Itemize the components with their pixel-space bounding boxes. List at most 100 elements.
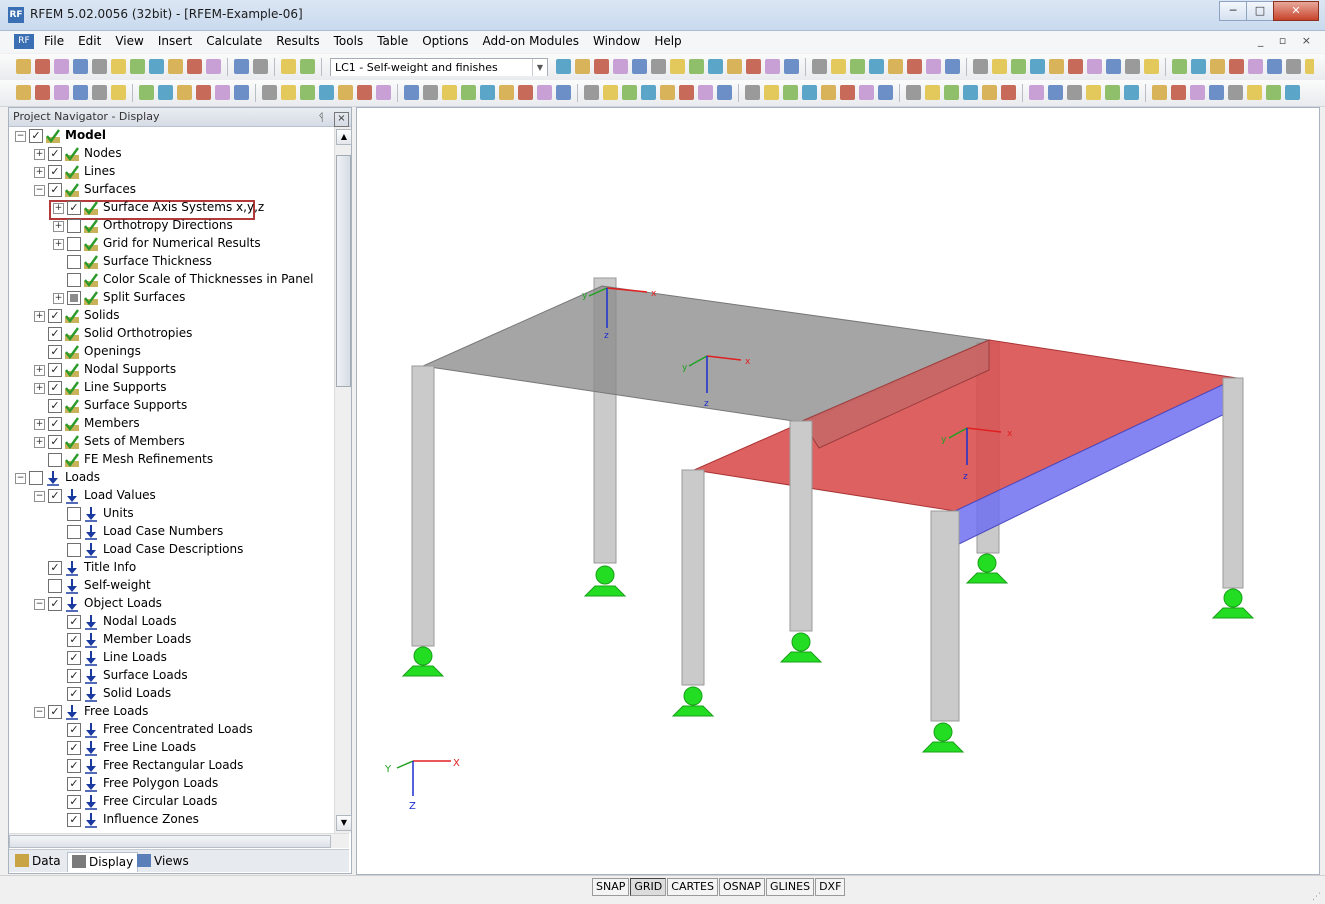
toolbar-tool-icon[interactable] xyxy=(139,85,154,100)
tree-item-solid-orthotropies[interactable]: ✓Solid Orthotropies xyxy=(9,325,333,343)
toolbar-tool-icon[interactable] xyxy=(300,59,315,74)
toolbar-tool-icon[interactable] xyxy=(187,59,202,74)
checkbox[interactable]: ✓ xyxy=(48,381,62,395)
checkbox[interactable] xyxy=(67,237,81,251)
checkbox[interactable]: ✓ xyxy=(67,669,81,683)
toolbar-tool-icon[interactable] xyxy=(698,85,713,100)
toolbar-tool-icon[interactable] xyxy=(1087,59,1102,74)
support-6[interactable] xyxy=(967,554,1007,583)
toolbar-tool-icon[interactable] xyxy=(745,85,760,100)
toolbar-tool-icon[interactable] xyxy=(850,59,865,74)
toolbar-tool-icon[interactable] xyxy=(1285,85,1300,100)
menu-tools[interactable]: Tools xyxy=(334,34,364,48)
load-case-select[interactable]: LC1 - Self-weight and finishes▼ xyxy=(330,58,548,76)
tree-item-solid-loads[interactable]: ✓Solid Loads xyxy=(9,685,333,703)
collapse-icon[interactable]: − xyxy=(34,185,45,196)
tree-item-free-loads[interactable]: −✓Free Loads xyxy=(9,703,333,721)
toolbar-tool-icon[interactable] xyxy=(1105,85,1120,100)
tree-item-free-polygon-loads[interactable]: ✓Free Polygon Loads xyxy=(9,775,333,793)
toolbar-tool-icon[interactable] xyxy=(130,59,145,74)
toolbar-tool-icon[interactable] xyxy=(1171,85,1186,100)
toolbar-tool-icon[interactable] xyxy=(679,85,694,100)
checkbox[interactable] xyxy=(67,273,81,287)
toolbar-tool-icon[interactable] xyxy=(821,85,836,100)
toolbar-tool-icon[interactable] xyxy=(73,85,88,100)
toolbar-tool-icon[interactable] xyxy=(925,85,940,100)
toolbar-tool-icon[interactable] xyxy=(670,59,685,74)
document-menu-icon[interactable]: RF xyxy=(14,34,34,49)
tree-item-line-supports[interactable]: +✓Line Supports xyxy=(9,379,333,397)
chevron-down-icon[interactable]: ▼ xyxy=(532,59,547,76)
navigator-close-button[interactable]: × xyxy=(334,112,349,127)
checkbox[interactable] xyxy=(67,291,81,305)
tree-item-member-loads[interactable]: ✓Member Loads xyxy=(9,631,333,649)
checkbox[interactable]: ✓ xyxy=(67,633,81,647)
checkbox[interactable] xyxy=(67,219,81,233)
tree-item-surfaces[interactable]: −✓Surfaces xyxy=(9,181,333,199)
toolbar-tool-icon[interactable] xyxy=(888,59,903,74)
toolbar-tool-icon[interactable] xyxy=(149,59,164,74)
toolbar-tool-icon[interactable] xyxy=(859,85,874,100)
navigator-horizontal-scrollbar[interactable] xyxy=(9,833,349,848)
tree-item-free-line-loads[interactable]: ✓Free Line Loads xyxy=(9,739,333,757)
toolbar-tool-icon[interactable] xyxy=(926,59,941,74)
model-viewport[interactable]: x y z x y z x y z X Y Z xyxy=(356,107,1320,875)
toolbar-tool-icon[interactable] xyxy=(556,85,571,100)
toolbar-tool-icon[interactable] xyxy=(1152,85,1167,100)
toolbar-tool-icon[interactable] xyxy=(764,85,779,100)
toolbar-tool-icon[interactable] xyxy=(376,85,391,100)
tree-item-surface-loads[interactable]: ✓Surface Loads xyxy=(9,667,333,685)
checkbox[interactable]: ✓ xyxy=(48,183,62,197)
menu-calculate[interactable]: Calculate xyxy=(206,34,262,48)
tree-item-free-circular-loads[interactable]: ✓Free Circular Loads xyxy=(9,793,333,811)
expand-icon[interactable]: + xyxy=(34,419,45,430)
model-3d-view[interactable]: x y z x y z x y z X Y Z xyxy=(357,108,1319,874)
tree-item-nodal-supports[interactable]: +✓Nodal Supports xyxy=(9,361,333,379)
resize-grip-icon[interactable]: ⋰ xyxy=(1312,892,1321,902)
glines-toggle-button[interactable]: GLINES xyxy=(766,878,814,896)
toolbar-tool-icon[interactable] xyxy=(613,59,628,74)
tab-views[interactable]: Views xyxy=(137,854,189,868)
toolbar-tool-icon[interactable] xyxy=(973,59,988,74)
toolbar-tool-icon[interactable] xyxy=(603,85,618,100)
toolbar-tool-icon[interactable] xyxy=(357,85,372,100)
menu-view[interactable]: View xyxy=(115,34,143,48)
checkbox[interactable] xyxy=(67,507,81,521)
checkbox[interactable]: ✓ xyxy=(67,723,81,737)
toolbar-tool-icon[interactable] xyxy=(206,59,221,74)
support-5[interactable] xyxy=(923,723,963,752)
checkbox[interactable] xyxy=(67,525,81,539)
toolbar-tool-icon[interactable] xyxy=(802,85,817,100)
tree-item-nodal-loads[interactable]: ✓Nodal Loads xyxy=(9,613,333,631)
toolbar-tool-icon[interactable] xyxy=(168,59,183,74)
horizontal-scroll-thumb[interactable] xyxy=(9,835,331,848)
toolbar-tool-icon[interactable] xyxy=(840,85,855,100)
tree-item-grid-for-numerical-results[interactable]: +Grid for Numerical Results xyxy=(9,235,333,253)
toolbar-tool-icon[interactable] xyxy=(765,59,780,74)
tree-item-surface-supports[interactable]: ✓Surface Supports xyxy=(9,397,333,415)
toolbar-tool-icon[interactable] xyxy=(1124,85,1139,100)
tree-item-sets-of-members[interactable]: +✓Sets of Members xyxy=(9,433,333,451)
tree-item-load-case-numbers[interactable]: Load Case Numbers xyxy=(9,523,333,541)
toolbar-tool-icon[interactable] xyxy=(1067,85,1082,100)
dxf-toggle-button[interactable]: DXF xyxy=(815,878,845,896)
toolbar-tool-icon[interactable] xyxy=(404,85,419,100)
scroll-up-button[interactable]: ▲ xyxy=(336,129,352,145)
checkbox[interactable] xyxy=(67,543,81,557)
tree-item-influence-zones[interactable]: ✓Influence Zones xyxy=(9,811,333,829)
menu-results[interactable]: Results xyxy=(276,34,319,48)
menu-add-on-modules[interactable]: Add-on Modules xyxy=(483,34,579,48)
toolbar-tool-icon[interactable] xyxy=(234,59,249,74)
support-2[interactable] xyxy=(403,647,443,676)
toolbar-tool-icon[interactable] xyxy=(111,59,126,74)
toolbar-tool-icon[interactable] xyxy=(708,59,723,74)
toolbar-tool-icon[interactable] xyxy=(92,85,107,100)
toolbar-tool-icon[interactable] xyxy=(556,59,571,74)
toolbar-tool-icon[interactable] xyxy=(1210,59,1225,74)
tab-display[interactable]: Display xyxy=(67,852,138,872)
toolbar-tool-icon[interactable] xyxy=(1048,85,1063,100)
cartes-toggle-button[interactable]: CARTES xyxy=(667,878,718,896)
toolbar-tool-icon[interactable] xyxy=(869,59,884,74)
toolbar-tool-icon[interactable] xyxy=(945,59,960,74)
toolbar-tool-icon[interactable] xyxy=(632,59,647,74)
